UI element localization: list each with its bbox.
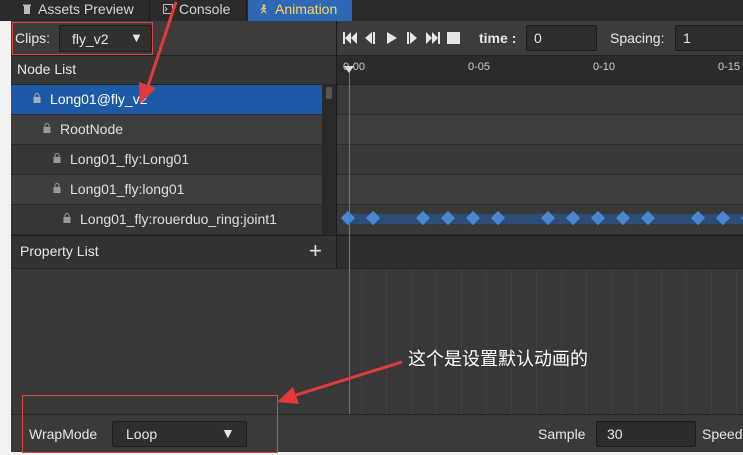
add-property-button[interactable]: + bbox=[309, 239, 322, 263]
play-icon[interactable] bbox=[387, 31, 397, 45]
lock-icon bbox=[53, 183, 61, 193]
speed-label: Speed bbox=[702, 426, 743, 442]
tree-row[interactable]: RootNode bbox=[11, 115, 322, 145]
time-input[interactable]: 0 bbox=[526, 25, 597, 51]
left-panel: Clips: fly_v2 ▼ Node List Long01@fly_v2 … bbox=[11, 21, 336, 268]
grid-line bbox=[461, 269, 462, 415]
tab-label: Animation bbox=[275, 1, 338, 17]
playhead-handle[interactable] bbox=[344, 66, 354, 73]
ruler-tick-label: 0-10 bbox=[593, 61, 616, 73]
grid-line bbox=[586, 269, 587, 415]
tree-row-label: Long01_fly:Long01 bbox=[70, 151, 190, 167]
grid-line bbox=[386, 269, 387, 415]
stop-icon[interactable] bbox=[447, 31, 460, 45]
property-list-header: Property List + bbox=[11, 235, 336, 268]
spacing-label: Spacing: bbox=[610, 30, 665, 46]
annotation-text: 这个是设置默认动画的 bbox=[408, 349, 588, 370]
tree-row[interactable]: Long01_fly:rouerduo_ring:joint1 bbox=[11, 205, 322, 235]
clips-selected-value: fly_v2 bbox=[72, 31, 109, 47]
timeline-ruler[interactable]: 0-00 0-05 0-10 0-15 bbox=[337, 56, 743, 85]
grid-line bbox=[411, 269, 412, 415]
grid-line bbox=[636, 269, 637, 415]
grid-line bbox=[486, 269, 487, 415]
clips-dropdown[interactable]: fly_v2 ▼ bbox=[59, 25, 152, 52]
grid-line bbox=[736, 269, 737, 415]
node-list-scrollbar[interactable] bbox=[322, 85, 336, 235]
running-figure-icon bbox=[260, 4, 267, 14]
wrapmode-dropdown[interactable]: Loop ▼ bbox=[112, 421, 247, 447]
node-tree: Long01@fly_v2 RootNode Long01_fly:Long01… bbox=[11, 85, 322, 235]
lock-icon bbox=[63, 213, 71, 223]
property-list-title: Property List bbox=[20, 243, 99, 259]
timeline-panel: time : 0 Spacing: 1 0-00 0-05 0-10 0-15 bbox=[336, 21, 743, 268]
tree-row-label: Long01_fly:long01 bbox=[70, 181, 185, 197]
track-row[interactable] bbox=[337, 85, 743, 115]
wrapmode-value: Loop bbox=[126, 426, 158, 442]
clips-label: Clips: bbox=[15, 30, 51, 46]
playhead-line[interactable] bbox=[349, 71, 350, 414]
tree-row-selected[interactable]: Long01@fly_v2 bbox=[11, 85, 322, 115]
time-value: 0 bbox=[534, 30, 542, 46]
grid-line bbox=[686, 269, 687, 415]
track-row-keyframes[interactable] bbox=[337, 205, 743, 235]
tab-bar: Assets Preview Console Animation bbox=[0, 0, 743, 21]
tree-row-label: RootNode bbox=[60, 121, 124, 137]
lock-icon bbox=[33, 93, 41, 103]
property-timeline-header bbox=[337, 235, 743, 268]
time-label: time : bbox=[479, 30, 516, 46]
clips-bar: Clips: fly_v2 ▼ bbox=[11, 21, 336, 56]
track-row[interactable] bbox=[337, 175, 743, 205]
tree-row[interactable]: Long01_fly:long01 bbox=[11, 175, 322, 205]
ruler-tick-label: 0-05 bbox=[468, 61, 491, 73]
sample-label: Sample bbox=[538, 426, 586, 442]
sample-input[interactable]: 30 bbox=[596, 421, 696, 447]
tab-animation[interactable]: Animation bbox=[248, 0, 352, 21]
trash-icon bbox=[23, 4, 31, 14]
grid-line bbox=[711, 269, 712, 415]
node-list-title: Node List bbox=[17, 61, 77, 77]
prev-frame-icon[interactable] bbox=[363, 31, 375, 45]
keyframe-tracks bbox=[337, 85, 743, 235]
playback-toolbar: time : 0 Spacing: 1 bbox=[337, 21, 743, 56]
track-row[interactable] bbox=[337, 115, 743, 145]
spacing-input[interactable]: 1 bbox=[675, 25, 743, 51]
time-label-sep: : bbox=[511, 30, 517, 46]
lock-icon bbox=[43, 123, 51, 133]
lock-icon bbox=[53, 153, 61, 163]
terminal-icon bbox=[163, 4, 173, 14]
track-row[interactable] bbox=[337, 145, 743, 175]
grid-line bbox=[436, 269, 437, 415]
go-start-icon[interactable] bbox=[343, 31, 357, 45]
next-frame-icon[interactable] bbox=[407, 31, 419, 45]
grid-line bbox=[561, 269, 562, 415]
footer-bar: WrapMode Loop ▼ Sample 30 Speed bbox=[11, 414, 743, 452]
grid-line bbox=[361, 269, 362, 415]
grid-line bbox=[661, 269, 662, 415]
tab-console[interactable]: Console bbox=[151, 0, 247, 21]
grid-line bbox=[536, 269, 537, 415]
tree-row[interactable]: Long01_fly:Long01 bbox=[11, 145, 322, 175]
grid-line bbox=[611, 269, 612, 415]
tab-label: Assets Preview bbox=[38, 1, 134, 17]
tab-label: Console bbox=[179, 1, 231, 17]
animation-editor: Assets Preview Console Animation Clips: … bbox=[0, 0, 743, 455]
sample-value: 30 bbox=[607, 426, 623, 442]
tree-row-label: Long01_fly:rouerduo_ring:joint1 bbox=[80, 211, 277, 227]
time-label-text: time bbox=[479, 30, 508, 46]
ruler-tick-label: 0-15 bbox=[718, 61, 741, 73]
node-list-header: Node List bbox=[11, 56, 336, 85]
go-end-icon[interactable] bbox=[426, 31, 440, 45]
dropdown-arrow-icon: ▼ bbox=[221, 425, 235, 441]
tab-assets-preview[interactable]: Assets Preview bbox=[12, 0, 150, 21]
scrollbar-thumb[interactable] bbox=[326, 87, 332, 99]
grid-line bbox=[511, 269, 512, 415]
tree-row-label: Long01@fly_v2 bbox=[50, 91, 148, 107]
dropdown-arrow-icon: ▼ bbox=[130, 30, 143, 45]
spacing-value: 1 bbox=[683, 30, 691, 46]
wrapmode-label: WrapMode bbox=[29, 426, 98, 442]
property-timeline-area[interactable] bbox=[11, 268, 743, 415]
